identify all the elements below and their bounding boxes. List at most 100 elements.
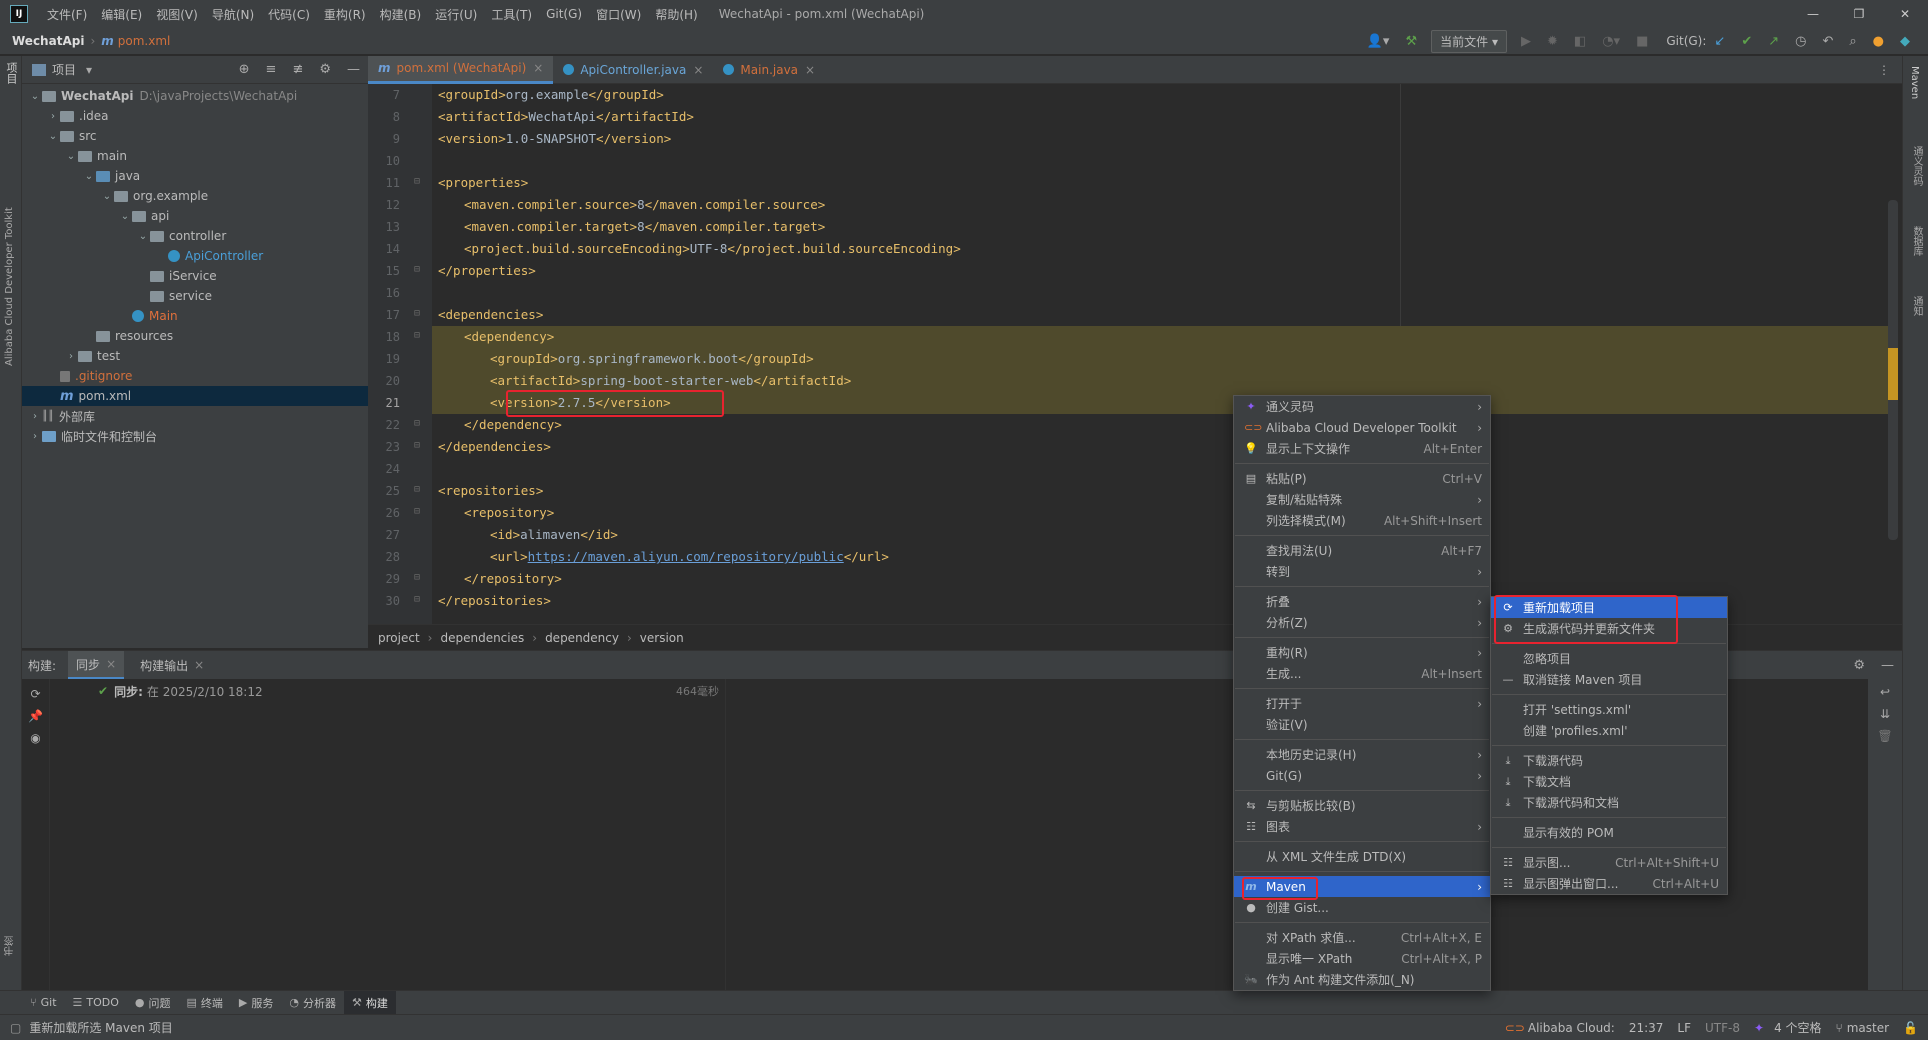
tree-row[interactable]: resources: [22, 326, 368, 346]
menu-item-item-10[interactable]: ⤓ 下载文档: [1491, 771, 1727, 792]
nav-file[interactable]: pom.xml: [118, 34, 171, 48]
expanded-arrow-icon[interactable]: ⌄: [118, 211, 132, 222]
tree-row[interactable]: › .idea: [22, 106, 368, 126]
pin-icon[interactable]: 📌: [22, 709, 49, 723]
close-tab-icon[interactable]: ×: [106, 657, 116, 671]
scroll-to-end-icon[interactable]: ⇊: [1868, 707, 1902, 721]
menu-item-m[interactable]: 列选择模式(M) Alt+Shift+Insert: [1234, 510, 1490, 531]
rollback-icon[interactable]: ↶: [1822, 34, 1833, 49]
run-icon[interactable]: ▶: [1521, 34, 1531, 49]
bottom-tool-profiler[interactable]: ◔ 分析器: [281, 991, 344, 1015]
menu-item-item-9[interactable]: 转到 ›: [1234, 561, 1490, 582]
file-encoding[interactable]: UTF-8: [1705, 1021, 1740, 1035]
menu-item-item-24[interactable]: ☷ 图表 ›: [1234, 816, 1490, 837]
tree-row[interactable]: › ║║ 外部库: [22, 406, 368, 426]
app-logo[interactable]: IJ: [10, 5, 28, 23]
breadcrumb-item[interactable]: project: [378, 631, 420, 645]
menu-item-b[interactable]: ⇆ 与剪贴板比较(B): [1234, 795, 1490, 816]
fold-marker-icon[interactable]: ⊟: [414, 572, 420, 583]
close-tab-icon[interactable]: ×: [805, 63, 815, 77]
bottom-tool-services[interactable]: ▶ 服务: [231, 991, 281, 1015]
code-editor[interactable]: <groupId>org.example</groupId> <artifactI…: [432, 84, 1888, 624]
coverage-icon[interactable]: ◧: [1574, 34, 1586, 49]
fold-marker-icon[interactable]: ⊟: [414, 176, 420, 187]
eye-icon[interactable]: ◉: [22, 731, 49, 745]
update-icon[interactable]: ●: [1873, 34, 1884, 49]
tree-row[interactable]: ⌄ WechatApi D:\javaProjects\WechatApi: [22, 86, 368, 106]
menu-item-settings-xml[interactable]: 打开 'settings.xml': [1491, 699, 1727, 720]
more-tabs-icon[interactable]: ⋮: [1878, 63, 1890, 77]
expanded-arrow-icon[interactable]: ⌄: [82, 171, 96, 182]
expanded-arrow-icon[interactable]: ⌄: [46, 131, 60, 142]
menu-item-item-3[interactable]: 忽略项目: [1491, 648, 1727, 669]
soft-wrap-icon[interactable]: ↩: [1868, 685, 1902, 699]
menu-item-ant-n[interactable]: 🐜 作为 Ant 构建文件添加(_N): [1234, 969, 1490, 990]
tree-row[interactable]: ApiController: [22, 246, 368, 266]
menu-item[interactable]: 运行(U): [428, 6, 484, 23]
stop-icon[interactable]: ■: [1636, 34, 1648, 49]
tree-row[interactable]: ⌄ org.example: [22, 186, 368, 206]
menu-item[interactable]: 重构(R): [317, 6, 373, 23]
tree-row[interactable]: m pom.xml: [22, 386, 368, 406]
menu-item-alibaba-cloud-developer-toolkit[interactable]: ⊂⊃ Alibaba Cloud Developer Toolkit ›: [1234, 417, 1490, 438]
menu-item-xpath[interactable]: 对 XPath 求值... Ctrl+Alt+X, E: [1234, 927, 1490, 948]
breadcrumb-item[interactable]: dependency: [545, 631, 619, 645]
tree-row[interactable]: service: [22, 286, 368, 306]
expanded-arrow-icon[interactable]: ⌄: [28, 91, 42, 102]
menu-item-z[interactable]: 分析(Z) ›: [1234, 612, 1490, 633]
menu-item-item-15[interactable]: 生成... Alt+Insert: [1234, 663, 1490, 684]
fold-marker-icon[interactable]: ⊟: [414, 308, 420, 319]
menu-item-xpath[interactable]: 显示唯一 XPath Ctrl+Alt+X, P: [1234, 948, 1490, 969]
settings-gear-icon[interactable]: ⚙: [319, 62, 331, 77]
git-commit-icon[interactable]: ✔: [1741, 34, 1752, 49]
database-tool-button[interactable]: 数据库: [1909, 226, 1924, 256]
menu-item-item-11[interactable]: ⤓ 下载源代码和文档: [1491, 792, 1727, 813]
breadcrumb-item[interactable]: version: [640, 631, 684, 645]
fold-marker-icon[interactable]: ⊟: [414, 264, 420, 275]
menu-item-pom[interactable]: 显示有效的 POM: [1491, 822, 1727, 843]
resync-icon[interactable]: ⟳: [22, 687, 49, 701]
bottom-tool-terminal[interactable]: ▤ 终端: [179, 991, 231, 1015]
git-update-icon[interactable]: ↙: [1714, 34, 1725, 49]
maven-tool-button[interactable]: Maven: [1909, 66, 1920, 99]
locate-icon[interactable]: ⊕: [239, 62, 250, 77]
build-tab-output[interactable]: 构建输出 ×: [132, 651, 212, 679]
expanded-arrow-icon[interactable]: ⌄: [136, 231, 150, 242]
menu-item-item-16[interactable]: ☷ 显示图弹出窗口... Ctrl+Alt+U: [1491, 873, 1727, 894]
chevron-down-icon[interactable]: ▾: [86, 63, 92, 77]
debug-icon[interactable]: ✹: [1547, 34, 1558, 49]
notifications-tool-button[interactable]: 通知: [1909, 296, 1924, 316]
search-icon[interactable]: ⌕: [1849, 34, 1856, 49]
nav-project[interactable]: WechatApi: [12, 34, 84, 48]
menu-item-item-15[interactable]: ☷ 显示图... Ctrl+Alt+Shift+U: [1491, 852, 1727, 873]
alibaba-status[interactable]: Alibaba Cloud:: [1528, 1021, 1615, 1035]
fold-marker-icon[interactable]: ⊟: [414, 440, 420, 451]
menu-item[interactable]: 编辑(E): [94, 6, 149, 23]
tree-row[interactable]: iService: [22, 266, 368, 286]
menu-item-item-2[interactable]: 💡 显示上下文操作 Alt+Enter: [1234, 438, 1490, 459]
tree-row[interactable]: .gitignore: [22, 366, 368, 386]
menu-item-h[interactable]: 本地历史记录(H) ›: [1234, 744, 1490, 765]
menu-item-item-0[interactable]: ✦ 通义灵码 ›: [1234, 396, 1490, 417]
tongyi-status-icon[interactable]: ✦: [1754, 1021, 1764, 1035]
line-separator[interactable]: LF: [1677, 1021, 1691, 1035]
menu-item-u[interactable]: 查找用法(U) Alt+F7: [1234, 540, 1490, 561]
menu-item-maven[interactable]: — 取消链接 Maven 项目: [1491, 669, 1727, 690]
close-tab-icon[interactable]: ×: [693, 63, 703, 77]
menu-item[interactable]: 窗口(W): [589, 6, 648, 23]
tree-row[interactable]: ⌄ api: [22, 206, 368, 226]
tree-row[interactable]: › test: [22, 346, 368, 366]
sync-result-row[interactable]: ✔ 同步: 在 2025/2/10 18:12 464毫秒: [50, 681, 725, 701]
menu-item-p[interactable]: ▤ 粘贴(P) Ctrl+V: [1234, 468, 1490, 489]
menu-item[interactable]: 代码(C): [261, 6, 317, 23]
bottom-tool-problems[interactable]: ● 问题: [127, 991, 179, 1015]
bottom-tool-todo[interactable]: ☰ TODO: [65, 991, 127, 1015]
settings-gear-icon[interactable]: ⚙: [1853, 658, 1865, 673]
tree-row[interactable]: ⌄ controller: [22, 226, 368, 246]
restore-icon[interactable]: ❐: [1836, 7, 1882, 21]
close-tab-icon[interactable]: ×: [194, 658, 204, 672]
close-icon[interactable]: ✕: [1882, 7, 1928, 21]
alibaba-toolkit-tool-button[interactable]: Alibaba Cloud Developer Toolkit: [4, 186, 15, 366]
menu-item-item-11[interactable]: 折叠 ›: [1234, 591, 1490, 612]
lock-icon[interactable]: 🔓: [1903, 1021, 1918, 1035]
